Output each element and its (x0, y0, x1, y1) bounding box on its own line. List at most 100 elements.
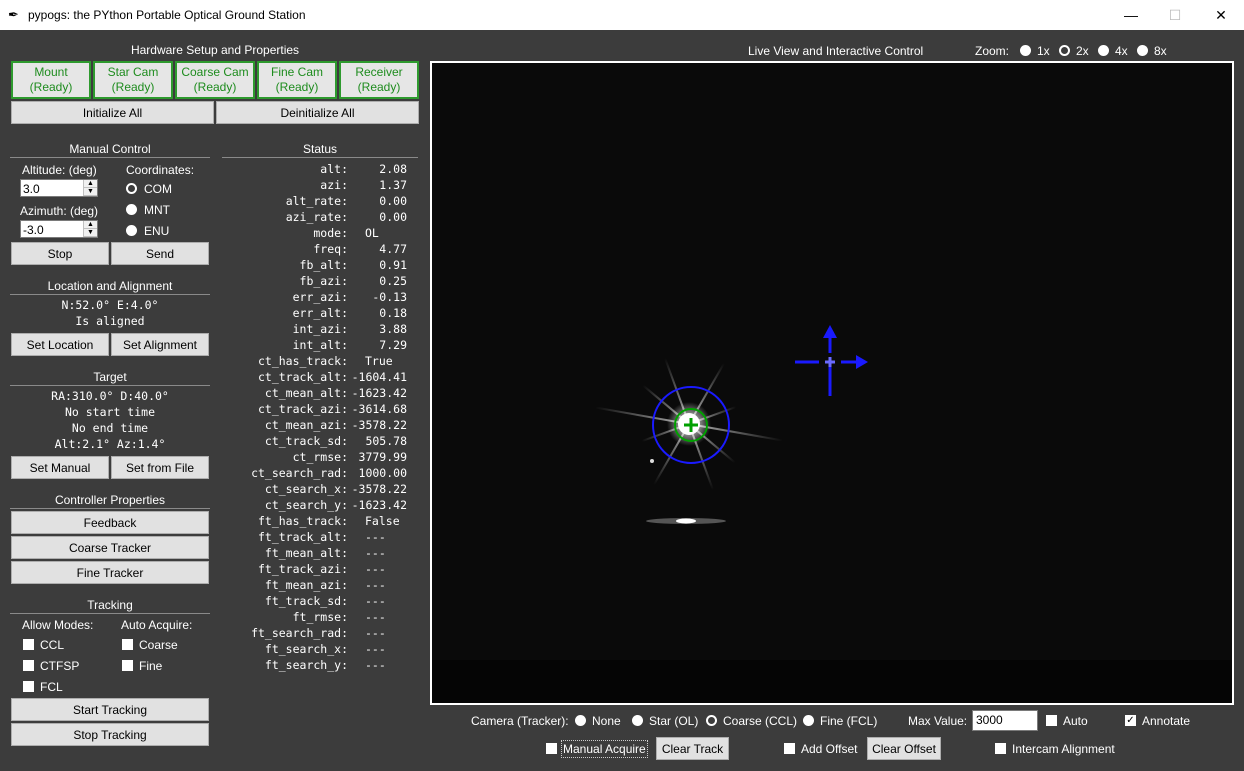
stop-tracking-button[interactable]: Stop Tracking (11, 723, 209, 746)
status-key: azi_rate: (285, 210, 348, 224)
status-value: 3.88 (379, 322, 407, 336)
camera-coarse-radio[interactable] (706, 715, 717, 726)
minimize-button[interactable]: — (1108, 0, 1154, 30)
zoom-2x-label: 2x (1076, 44, 1089, 58)
status-value: -3614.68 (351, 402, 407, 416)
set-from-file-button[interactable]: Set from File (111, 456, 209, 479)
auto-fine-checkbox[interactable] (122, 660, 133, 671)
receiver-label: Receiver (355, 65, 403, 79)
mount-button[interactable]: Mount (Ready) (11, 61, 91, 99)
zoom-8x-radio[interactable] (1137, 45, 1148, 56)
zoom-2x-radio[interactable] (1059, 45, 1070, 56)
altitude-spinbox[interactable]: 3.0 ▲ ▼ (20, 179, 98, 197)
coarse-cam-label: Coarse Cam (181, 65, 249, 79)
status-value: 4.77 (379, 242, 407, 256)
azimuth-stepper[interactable]: ▲ ▼ (83, 221, 97, 237)
coordinates-label: Coordinates: (126, 163, 195, 177)
receiver-button[interactable]: Receiver (Ready) (339, 61, 419, 99)
fine-cam-button[interactable]: Fine Cam (Ready) (257, 61, 337, 99)
status-value: --- (365, 530, 386, 544)
status-value: 505.78 (365, 434, 407, 448)
stop-button[interactable]: Stop (11, 242, 109, 265)
status-value: 0.00 (379, 210, 407, 224)
coords-enu-radio[interactable] (126, 225, 137, 236)
status-key: ft_mean_alt: (264, 546, 348, 560)
altitude-stepper[interactable]: ▲ ▼ (83, 180, 97, 196)
clear-track-button[interactable]: Clear Track (656, 737, 729, 760)
status-value: -0.13 (372, 290, 407, 304)
camera-fine-radio[interactable] (803, 715, 814, 726)
window-title: pypogs: the PYthon Portable Optical Grou… (28, 8, 306, 22)
set-alignment-button[interactable]: Set Alignment (111, 333, 209, 356)
coarse-tracker-button[interactable]: Coarse Tracker (11, 536, 209, 559)
camera-none-radio[interactable] (575, 715, 586, 726)
coords-com-label: COM (144, 182, 172, 196)
camera-star-radio[interactable] (632, 715, 643, 726)
status-value: --- (365, 594, 386, 608)
auto-coarse-checkbox[interactable] (122, 639, 133, 650)
start-tracking-button[interactable]: Start Tracking (11, 698, 209, 721)
target-start-time: No start time (64, 405, 155, 419)
coords-mnt-radio[interactable] (126, 204, 137, 215)
tracking-title: Tracking (87, 598, 133, 612)
close-button[interactable]: ✕ (1198, 0, 1244, 30)
zoom-4x-label: 4x (1115, 44, 1128, 58)
initialize-all-button[interactable]: Initialize All (11, 101, 214, 124)
status-value: OL (365, 226, 379, 240)
status-key: ct_track_sd: (264, 434, 348, 448)
status-title: Status (302, 142, 338, 156)
set-manual-button[interactable]: Set Manual (11, 456, 109, 479)
auto-acquire-label: Auto Acquire: (121, 618, 193, 632)
status-value: --- (365, 610, 386, 624)
status-key: ct_has_track: (257, 354, 348, 368)
annotate-checkbox[interactable]: ✓ (1125, 715, 1136, 726)
feedback-button[interactable]: Feedback (11, 511, 209, 534)
max-value-label: Max Value: (908, 714, 968, 728)
status-key: mode: (313, 226, 348, 240)
target-divider (10, 385, 210, 386)
set-location-button[interactable]: Set Location (11, 333, 109, 356)
target-radec: RA:310.0° D:40.0° (51, 389, 169, 403)
status-key: freq: (313, 242, 348, 256)
status-key: ft_search_rad: (251, 626, 348, 640)
maximize-button[interactable]: ☐ (1152, 0, 1198, 30)
live-view-title: Live View and Interactive Control (748, 44, 924, 58)
coords-com-radio[interactable] (126, 183, 137, 194)
deinitialize-all-button[interactable]: Deinitialize All (216, 101, 419, 124)
auto-fine-label: Fine (139, 659, 163, 673)
status-value: --- (365, 626, 386, 640)
star-cam-button[interactable]: Star Cam (Ready) (93, 61, 173, 99)
azimuth-spinbox[interactable]: -3.0 ▲ ▼ (20, 220, 98, 238)
location-coords: N:52.0° E:4.0° (61, 298, 159, 312)
azimuth-label: Azimuth: (deg) (20, 204, 99, 218)
fcl-checkbox[interactable] (23, 681, 34, 692)
fine-cam-status: (Ready) (275, 80, 319, 94)
reflection-core (676, 518, 696, 524)
star-cam-label: Star Cam (107, 65, 159, 79)
status-key: ft_search_y: (264, 658, 348, 672)
fine-tracker-button[interactable]: Fine Tracker (11, 561, 209, 584)
coarse-cam-button[interactable]: Coarse Cam (Ready) (175, 61, 255, 99)
ccl-checkbox[interactable] (23, 639, 34, 650)
status-key: azi: (320, 178, 348, 192)
altitude-value: 3.0 (23, 182, 40, 196)
status-value: 0.00 (379, 194, 407, 208)
zoom-1x-radio[interactable] (1020, 45, 1031, 56)
manual-acquire-checkbox[interactable] (546, 743, 557, 754)
auto-checkbox[interactable] (1046, 715, 1057, 726)
clear-offset-button[interactable]: Clear Offset (867, 737, 941, 760)
max-value-input[interactable]: 3000 (972, 710, 1038, 731)
ctfsp-checkbox[interactable] (23, 660, 34, 671)
status-key: ft_track_azi: (257, 562, 348, 576)
add-offset-checkbox[interactable] (784, 743, 795, 754)
send-button[interactable]: Send (111, 242, 209, 265)
status-value: -1604.41 (351, 370, 407, 384)
coords-enu-label: ENU (144, 224, 170, 238)
receiver-status: (Ready) (357, 80, 401, 94)
auto-coarse-label: Coarse (139, 638, 178, 652)
zoom-4x-radio[interactable] (1098, 45, 1109, 56)
intercam-alignment-checkbox[interactable] (995, 743, 1006, 754)
live-view-canvas[interactable] (430, 61, 1234, 705)
window-titlebar: ✒ pypogs: the PYthon Portable Optical Gr… (0, 0, 1244, 30)
camera-none-label: None (592, 714, 621, 728)
